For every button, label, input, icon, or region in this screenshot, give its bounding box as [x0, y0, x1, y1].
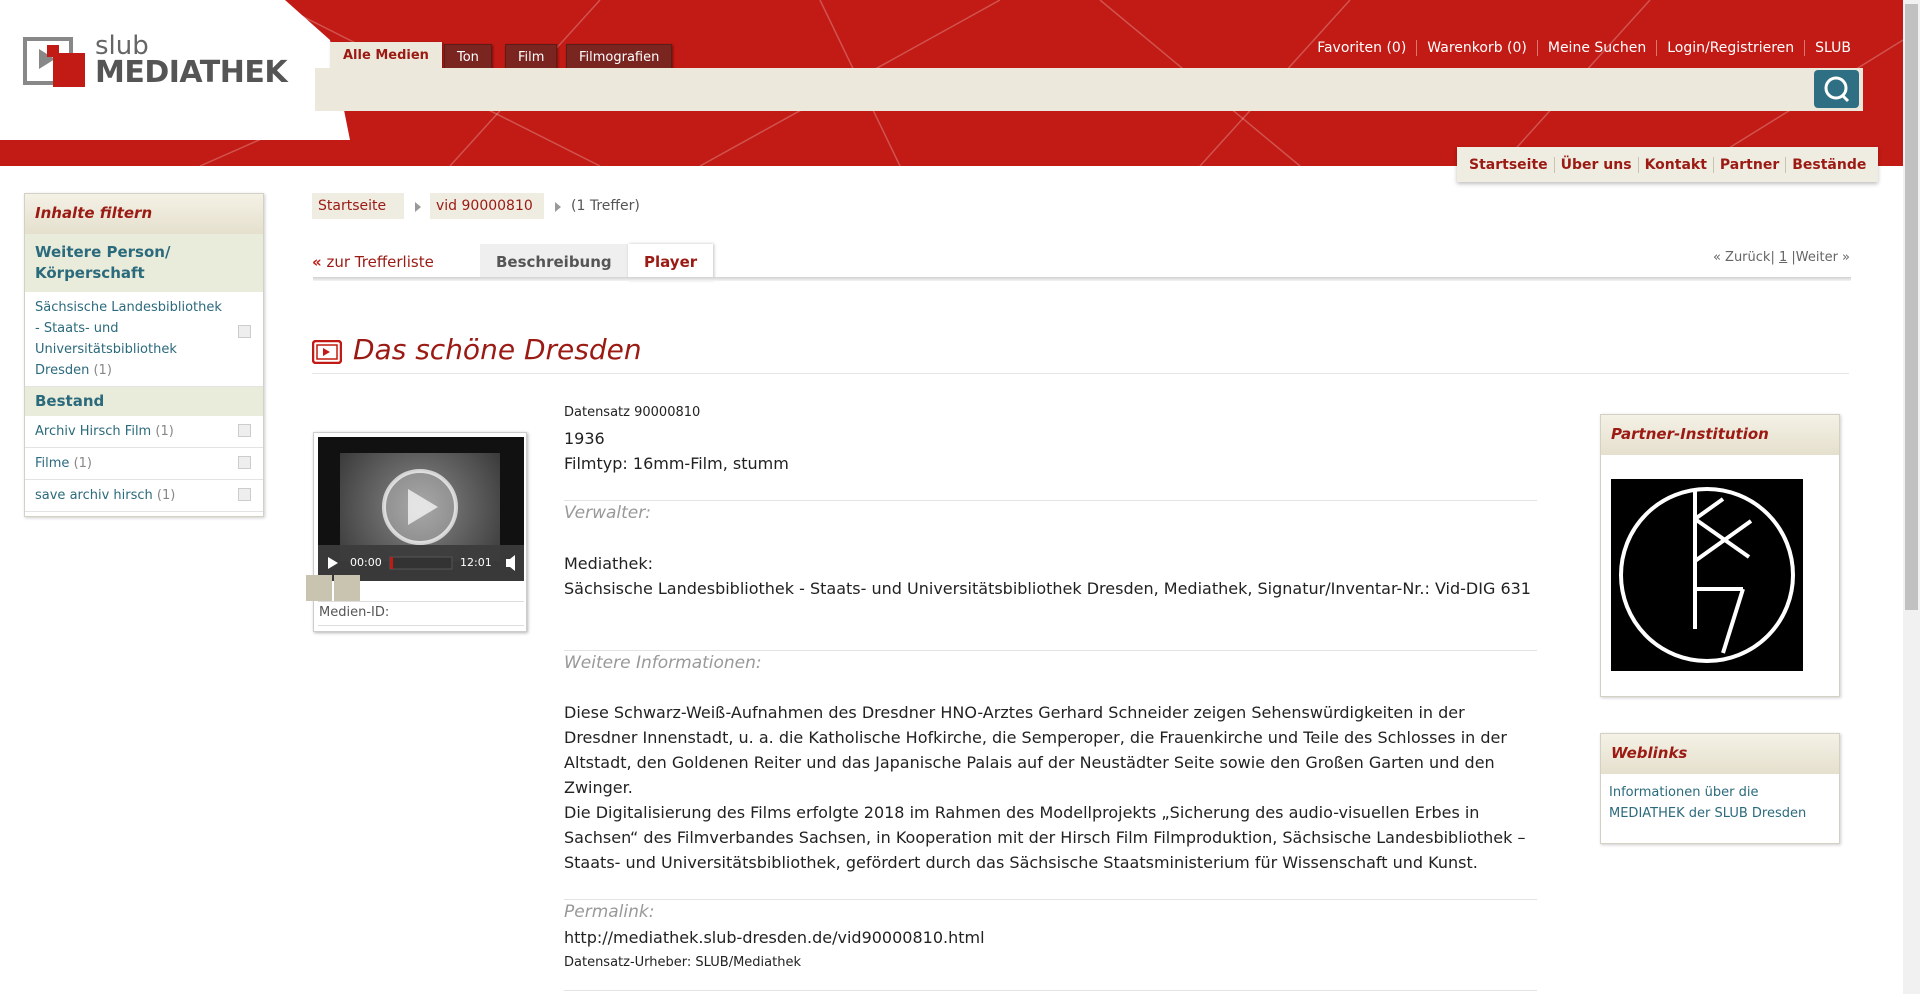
- filter-checkbox[interactable]: [238, 488, 251, 501]
- mediathek-logo-icon: [23, 37, 85, 87]
- filter-checkbox[interactable]: [238, 424, 251, 437]
- back-to-results-label: zur Trefferliste: [326, 253, 434, 271]
- filter-item-count: (1): [93, 363, 112, 378]
- breadcrumb-home[interactable]: Startseite: [312, 193, 404, 219]
- weblinks-title: Weblinks: [1601, 734, 1839, 774]
- weblinks-box: Weblinks Informationen über die MEDIATHE…: [1600, 733, 1840, 844]
- breadcrumb-arrow-icon: [415, 202, 421, 212]
- filter-item[interactable]: Filme (1): [25, 448, 263, 480]
- partner-logo-image: [1619, 487, 1795, 663]
- media-id-label: Medien-ID:: [319, 605, 390, 620]
- filter-item-count: (1): [156, 488, 176, 503]
- sidebar-title: Inhalte filtern: [25, 194, 263, 234]
- filter-checkbox[interactable]: [238, 325, 251, 338]
- site-header: slub MEDIATHEK Alle Medien Ton Film Film…: [0, 0, 1903, 166]
- video-player[interactable]: 00:00 12:01: [318, 437, 524, 581]
- description-paragraph: Diese Schwarz-Weiß-Aufnahmen des Dresdne…: [564, 703, 1507, 797]
- breadcrumb-arrow-icon: [555, 202, 561, 212]
- search-input[interactable]: [315, 68, 1863, 111]
- weblink-item[interactable]: Informationen über die MEDIATHEK der SLU…: [1601, 774, 1839, 832]
- section-divider: [564, 650, 1537, 651]
- filter-checkbox[interactable]: [238, 456, 251, 469]
- sub-navigation: Startseite Über uns Kontakt Partner Best…: [1457, 147, 1879, 182]
- filter-item[interactable]: save archiv hirsch (1): [25, 480, 263, 512]
- back-to-results-link[interactable]: « zur Trefferliste: [312, 253, 434, 271]
- title-divider: [312, 373, 1849, 374]
- search-icon: [1824, 76, 1850, 103]
- slub-link[interactable]: SLUB: [1804, 40, 1861, 56]
- filter-group-bestand: Bestand: [25, 387, 263, 416]
- section-divider: [564, 990, 1537, 991]
- tab-player[interactable]: Player: [628, 244, 714, 280]
- tab-beschreibung[interactable]: Beschreibung: [480, 244, 628, 280]
- pager: « Zurück| 1 |Weiter »: [1712, 250, 1850, 265]
- nav-startseite[interactable]: Startseite: [1463, 157, 1554, 173]
- nav-kontakt[interactable]: Kontakt: [1637, 156, 1713, 173]
- pager-next[interactable]: Weiter »: [1796, 250, 1850, 265]
- filter-item-count: (1): [73, 456, 92, 471]
- record-id: Datensatz 90000810: [564, 405, 701, 420]
- filter-item-label: Archiv Hirsch Film: [35, 424, 152, 439]
- filter-item-label: Sächsische Landesbibliothek - Staats- un…: [35, 300, 222, 378]
- permalink-label: Permalink:: [564, 902, 655, 922]
- tab-divider: [313, 277, 1851, 281]
- filter-item-count: (1): [155, 424, 174, 439]
- section-divider: [564, 500, 1537, 501]
- player-divider: [318, 625, 524, 626]
- partner-logo[interactable]: [1611, 479, 1803, 671]
- top-navigation: Favoriten (0) Warenkorb (0) Meine Suchen…: [1307, 40, 1861, 56]
- record-filmtype: Filmtyp: 16mm-Film, stumm: [564, 454, 789, 473]
- logo-text-mediathek: MEDIATHEK: [95, 55, 288, 90]
- pager-prev[interactable]: « Zurück: [1713, 250, 1771, 265]
- share-icon[interactable]: [306, 575, 332, 601]
- filter-item-label: save archiv hirsch: [35, 488, 153, 503]
- filter-group-person: Weitere Person/ Körperschaft: [25, 234, 263, 292]
- warenkorb-link[interactable]: Warenkorb (0): [1416, 40, 1537, 56]
- permalink-link[interactable]: http://mediathek.slub-dresden.de/vid9000…: [564, 928, 985, 947]
- section-divider: [564, 899, 1537, 900]
- logo[interactable]: slub MEDIATHEK: [0, 0, 330, 140]
- meine-suchen-link[interactable]: Meine Suchen: [1536, 40, 1656, 56]
- favorite-icon[interactable]: [334, 575, 360, 601]
- mediathek-label: Mediathek:: [564, 554, 653, 573]
- scrollbar-thumb[interactable]: [1905, 4, 1918, 610]
- page-title: Das schöne Dresden: [353, 333, 642, 366]
- tab-ton[interactable]: Ton: [444, 44, 492, 70]
- record-author: Datensatz-Urheber: SLUB/Mediathek: [564, 955, 801, 970]
- nav-partner[interactable]: Partner: [1712, 156, 1785, 173]
- verwalter-label: Verwalter:: [564, 503, 651, 523]
- breadcrumb-hits: (1 Treffer): [571, 198, 640, 214]
- filter-item-label: Filme: [35, 456, 70, 471]
- description-paragraph: Die Digitalisierung des Films erfolgte 2…: [564, 803, 1526, 872]
- filter-item[interactable]: Archiv Hirsch Film (1): [25, 416, 263, 448]
- time-total: 12:01: [460, 556, 492, 569]
- player-tools: [306, 575, 362, 601]
- tab-filmografien[interactable]: Filmografien: [566, 44, 673, 70]
- pager-page[interactable]: 1: [1779, 250, 1787, 265]
- player-divider: [318, 601, 524, 602]
- search-button[interactable]: [1814, 70, 1859, 108]
- filter-item[interactable]: Sächsische Landesbibliothek - Staats- un…: [25, 292, 263, 387]
- media-player-box: 00:00 12:01 Medien-ID:: [313, 432, 527, 632]
- time-current: 00:00: [350, 556, 382, 569]
- breadcrumb-query[interactable]: vid 90000810: [430, 193, 544, 219]
- mediathek-value: Sächsische Landesbibliothek - Staats- un…: [564, 579, 1531, 598]
- record-year: 1936: [564, 429, 605, 448]
- favoriten-link[interactable]: Favoriten (0): [1307, 40, 1416, 56]
- partner-title: Partner-Institution: [1601, 415, 1839, 455]
- weitere-info-label: Weitere Informationen:: [564, 653, 762, 673]
- login-link[interactable]: Login/Registrieren: [1656, 40, 1804, 56]
- partner-box: Partner-Institution: [1600, 414, 1840, 697]
- double-chevron-left-icon: «: [312, 253, 322, 271]
- nav-ueber-uns[interactable]: Über uns: [1553, 156, 1638, 173]
- nav-bestaende[interactable]: Bestände: [1785, 156, 1872, 173]
- video-type-icon: [312, 340, 342, 364]
- tab-film[interactable]: Film: [505, 44, 558, 70]
- filter-sidebar: Inhalte filtern Weitere Person/ Körpersc…: [24, 193, 264, 517]
